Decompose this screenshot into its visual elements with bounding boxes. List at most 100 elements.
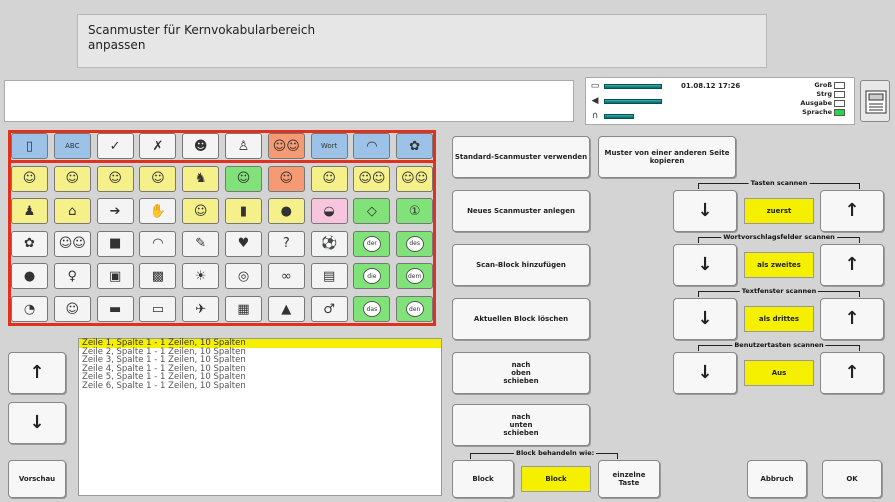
grid-cell[interactable]: ◠ bbox=[139, 230, 177, 257]
grid-cell[interactable]: ▬ bbox=[96, 296, 134, 322]
move-block-down-button[interactable]: nach unten schieben bbox=[452, 404, 590, 446]
cancel-button[interactable]: Abbruch bbox=[747, 460, 807, 498]
scan-order-up-button[interactable]: ↑ bbox=[820, 190, 884, 232]
grid-cell[interactable]: ☺☺ bbox=[396, 165, 434, 192]
article-symbol: der bbox=[362, 235, 381, 252]
grid-cell[interactable]: ◎ bbox=[225, 263, 262, 290]
grid-cell[interactable]: ✗ bbox=[139, 133, 177, 159]
grid-cell[interactable]: den bbox=[396, 296, 434, 322]
scan-group-label: Benutzertasten scannen bbox=[732, 341, 826, 349]
scan-order-down-button[interactable]: ↓ bbox=[673, 190, 737, 232]
symbol-icon: ♟ bbox=[23, 203, 36, 219]
text-window[interactable] bbox=[4, 80, 574, 122]
grid-cell[interactable]: ☺☺ bbox=[267, 133, 305, 159]
grid-cell[interactable]: ◔ bbox=[11, 296, 48, 322]
grid-cell[interactable]: ✋ bbox=[139, 198, 177, 225]
treat-as-single-key-button[interactable]: einzelne Taste bbox=[598, 460, 660, 498]
list-item[interactable]: Zeile 6, Spalte 1 - 1 Zeilen, 10 Spalten bbox=[79, 381, 441, 391]
scan-order-up-button[interactable]: ↑ bbox=[820, 244, 884, 286]
block-list[interactable]: Zeile 1, Spalte 1 - 1 Zeilen, 10 Spalten… bbox=[78, 338, 442, 496]
new-pattern-button[interactable]: Neues Scanmuster anlegen bbox=[452, 190, 590, 232]
grid-cell[interactable]: ∞ bbox=[267, 263, 305, 290]
grid-cell[interactable]: ☺ bbox=[53, 165, 91, 192]
scan-order-up-button[interactable]: ↑ bbox=[820, 352, 884, 394]
grid-cell[interactable]: ☺ bbox=[182, 198, 220, 225]
preview-button[interactable]: Vorschau bbox=[8, 460, 66, 498]
grid-cell[interactable]: ▦ bbox=[225, 296, 262, 322]
grid-cell[interactable]: ✓ bbox=[96, 133, 134, 159]
grid-cell[interactable]: Wort bbox=[310, 133, 348, 159]
title-line-2: anpassen bbox=[88, 38, 146, 52]
grid-cell[interactable]: ▤ bbox=[310, 263, 348, 290]
grid-cell[interactable]: ▯ bbox=[11, 133, 48, 159]
symbol-icon: ◎ bbox=[237, 268, 250, 284]
treat-as-block-button[interactable]: Block bbox=[452, 460, 514, 498]
grid-cell[interactable]: ✎ bbox=[182, 230, 220, 257]
grid-cell[interactable]: ☺ bbox=[139, 165, 177, 192]
grid-cell[interactable]: ♞ bbox=[182, 165, 220, 192]
grid-cell[interactable]: ▭ bbox=[139, 296, 177, 322]
grid-cell[interactable]: ☺ bbox=[11, 165, 48, 192]
grid-cell[interactable]: ? bbox=[267, 230, 305, 257]
move-down-button[interactable]: ↓ bbox=[8, 402, 66, 444]
grid-cell[interactable]: ☺ bbox=[225, 165, 262, 192]
move-block-up-button[interactable]: nach oben schieben bbox=[452, 352, 590, 394]
grid-cell[interactable]: dem bbox=[396, 263, 434, 290]
keyboard-button[interactable] bbox=[860, 80, 890, 122]
grid-cell[interactable]: ▣ bbox=[96, 263, 134, 290]
scan-order-up-button[interactable]: ↑ bbox=[820, 298, 884, 340]
symbol-icon: ◒ bbox=[323, 203, 335, 219]
scan-order-down-button[interactable]: ↓ bbox=[673, 244, 737, 286]
grid-cell[interactable]: ✿ bbox=[11, 230, 48, 257]
use-standard-pattern-button[interactable]: Standard-Scanmuster verwenden bbox=[452, 136, 590, 178]
grid-cell[interactable]: ⚽ bbox=[310, 230, 348, 257]
add-block-button[interactable]: Scan-Block hinzufügen bbox=[452, 244, 590, 286]
article-symbol: den bbox=[405, 301, 424, 317]
ok-button[interactable]: OK bbox=[822, 460, 882, 498]
grid-cell[interactable]: ■ bbox=[96, 230, 134, 257]
grid-cell[interactable]: ◠ bbox=[353, 133, 391, 159]
grid-cell[interactable]: ☺☺ bbox=[53, 230, 91, 257]
grid-cell[interactable]: ☀ bbox=[182, 263, 220, 290]
symbol-icon: ☺ bbox=[65, 301, 80, 317]
grid-cell[interactable]: ▮ bbox=[225, 198, 262, 225]
grid-cell[interactable]: ♂ bbox=[310, 296, 348, 322]
scan-order-down-button[interactable]: ↓ bbox=[673, 298, 737, 340]
delete-block-button[interactable]: Aktuellen Block löschen bbox=[452, 298, 590, 340]
grid-cell[interactable]: ☺ bbox=[267, 165, 305, 192]
article-symbol: die bbox=[362, 268, 381, 285]
grid-cell[interactable]: die bbox=[353, 263, 391, 290]
grid-cell[interactable]: ABC bbox=[53, 133, 91, 159]
grid-cell[interactable]: der bbox=[353, 230, 391, 257]
grid-cell[interactable]: das bbox=[353, 296, 391, 322]
grid-cell[interactable]: ▩ bbox=[139, 263, 177, 290]
grid-cell[interactable]: ☻ bbox=[182, 133, 220, 159]
grid-cell[interactable]: ✿ bbox=[396, 133, 434, 159]
headphone-volume-row: ∩ bbox=[589, 110, 634, 122]
symbol-icon: ① bbox=[408, 203, 421, 219]
grid-cell[interactable]: ♀ bbox=[53, 263, 91, 290]
scan-order-down-button[interactable]: ↓ bbox=[673, 352, 737, 394]
grid-cell[interactable]: ☺☺ bbox=[353, 165, 391, 192]
grid-cell[interactable]: des bbox=[396, 230, 434, 257]
copy-pattern-button[interactable]: Muster von einer anderen Seite kopieren bbox=[598, 136, 736, 178]
symbol-icon: ☺ bbox=[236, 171, 251, 187]
grid-cell[interactable]: ▲ bbox=[267, 296, 305, 322]
grid-cell[interactable]: ● bbox=[11, 263, 48, 290]
grid-cell[interactable]: ⌂ bbox=[53, 198, 91, 225]
grid-cell[interactable]: ☺ bbox=[53, 296, 91, 322]
grid-cell[interactable]: ◒ bbox=[310, 198, 348, 225]
grid-cell[interactable]: ➔ bbox=[96, 198, 134, 225]
move-up-button[interactable]: ↑ bbox=[8, 352, 66, 394]
grid-cell[interactable]: ♟ bbox=[11, 198, 48, 225]
grid-cell[interactable]: ♥ bbox=[225, 230, 262, 257]
grid-cell[interactable]: ◇ bbox=[353, 198, 391, 225]
grid-cell[interactable]: ♙ bbox=[225, 133, 262, 159]
grid-cell[interactable]: ☺ bbox=[310, 165, 348, 192]
grid-cell[interactable]: ✈ bbox=[182, 296, 220, 322]
grid-cell[interactable]: ● bbox=[267, 198, 305, 225]
grid-cell[interactable]: ① bbox=[396, 198, 434, 225]
treat-selected-value[interactable]: Block bbox=[521, 466, 591, 492]
grid-cell[interactable]: ☺ bbox=[96, 165, 134, 192]
datetime: 01.08.12 17:26 bbox=[681, 82, 741, 90]
